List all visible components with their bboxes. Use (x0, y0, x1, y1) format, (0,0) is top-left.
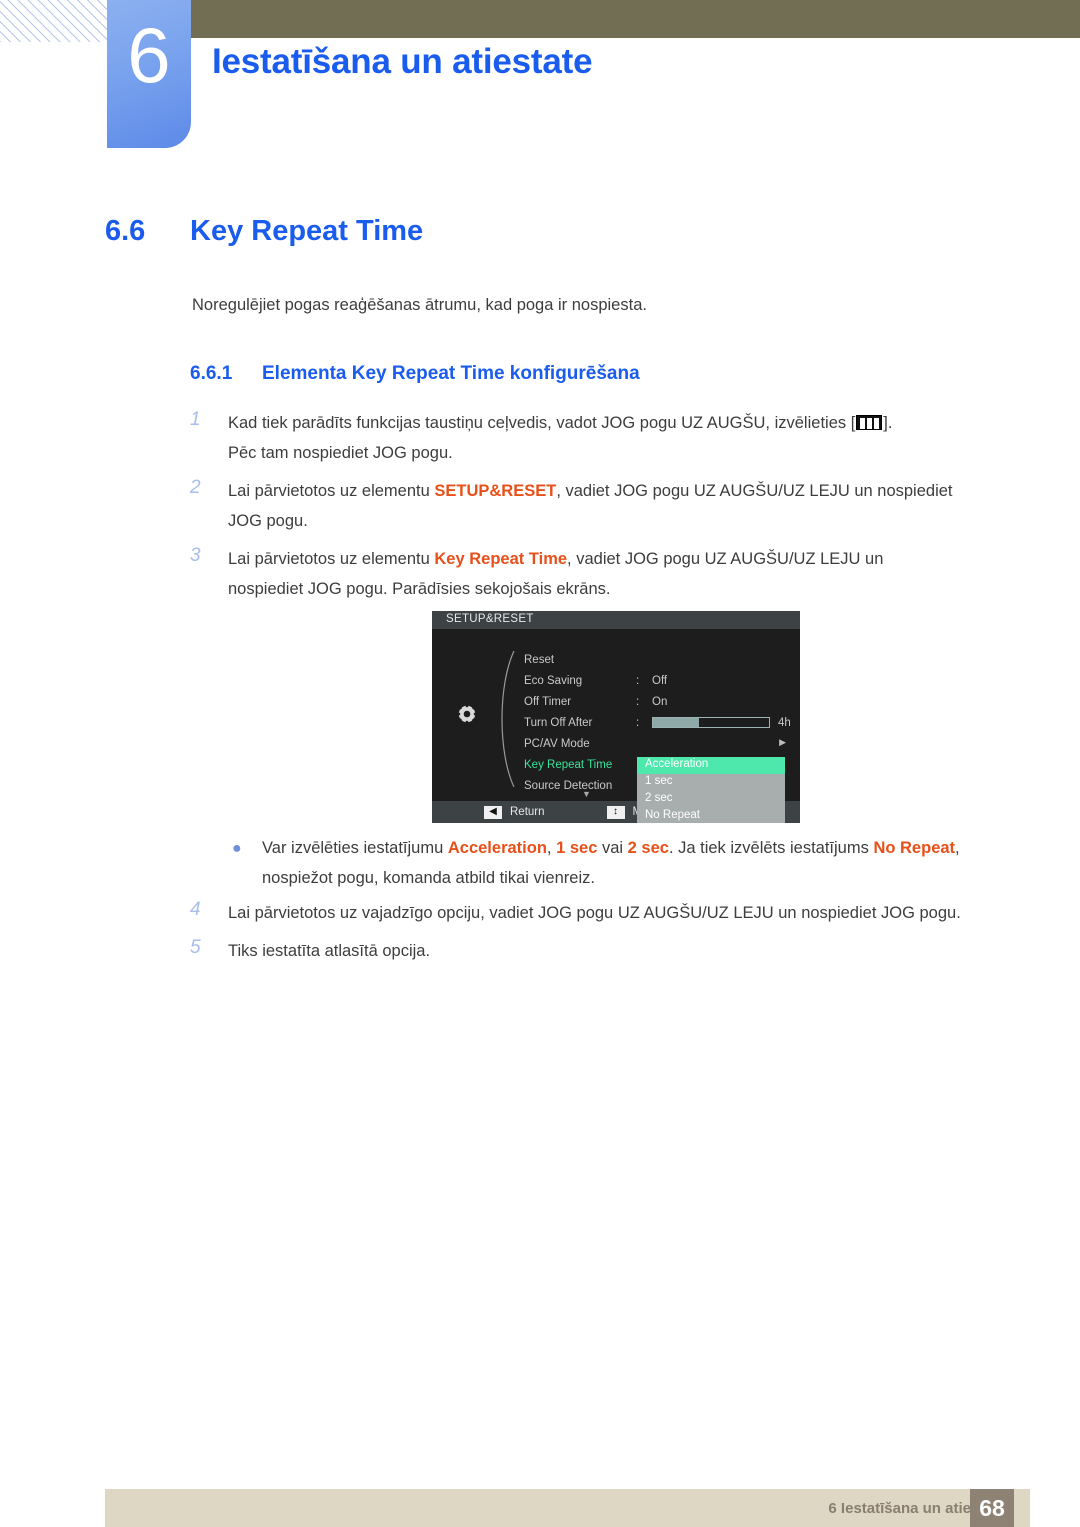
procedure-step-list: 1 Kad tiek parādīts funkcijas taustiņu c… (190, 408, 1020, 612)
section-heading: 6.6 Key Repeat Time (105, 215, 423, 248)
step-number: 3 (190, 545, 201, 566)
note-text-part: vai (597, 839, 628, 857)
osd-row-turn-off-after[interactable]: Turn Off After : 4h (524, 712, 800, 733)
note-bullet-item: ● Var izvēlēties iestatījumu Acceleratio… (232, 833, 1032, 893)
step-text: Tiks iestatīta atlasītā opcija. (228, 942, 431, 960)
step-item: 1 Kad tiek parādīts funkcijas taustiņu c… (190, 408, 1020, 468)
step-number: 1 (190, 409, 201, 430)
step-text: Lai pārvietotos uz elementu SETUP&RESET,… (228, 476, 953, 536)
osd-title: SETUP&RESET (432, 611, 800, 629)
osd-row-label: Eco Saving (524, 674, 583, 687)
step-text-part: Pēc tam nospiediet JOG pogu. (228, 444, 453, 462)
step-text-part: JOG pogu. (228, 512, 308, 530)
osd-row-value: On (652, 695, 668, 708)
osd-slider-value: 4h (778, 716, 791, 729)
procedure-step-list-tail: 4 Lai pārvietotos uz vajadzīgo opciju, v… (190, 898, 1020, 974)
step-item: 2 Lai pārvietotos uz elementu SETUP&RESE… (190, 476, 1020, 536)
step-number: 4 (190, 899, 201, 920)
osd-turn-off-after-slider[interactable] (652, 717, 770, 728)
step-text-part: , vadiet JOG pogu UZ AUGŠU/UZ LEJU un (567, 550, 884, 568)
chapter-number-badge: 6 (107, 0, 191, 148)
osd-return-button[interactable]: ◀ Return (484, 805, 545, 819)
step-text: Lai pārvietotos uz vajadzīgo opciju, vad… (228, 904, 961, 922)
menu-path-highlight: SETUP&RESET (434, 482, 557, 500)
section-title: Key Repeat Time (190, 215, 424, 247)
gear-icon (456, 703, 478, 725)
option-highlight-2-sec: 2 sec (627, 839, 669, 857)
note-text-part: . Ja tiek izvēlēts iestatījums (668, 839, 874, 857)
note-text-part: , (955, 839, 960, 857)
step-text-part: , vadiet JOG pogu UZ AUGŠU/UZ LEJU un no… (556, 482, 953, 500)
bullet-dot-icon: ● (232, 840, 242, 857)
osd-row-label: Reset (524, 653, 555, 666)
chevron-down-icon: ▼ (582, 789, 591, 799)
left-arrow-key-icon: ◀ (484, 805, 502, 819)
slider-fill (653, 718, 700, 727)
osd-row-reset[interactable]: Reset (524, 649, 800, 670)
note-text-part: Var izvēlēties iestatījumu (262, 839, 448, 857)
header-olive-bar (190, 0, 1080, 38)
key-repeat-time-dropdown[interactable]: Acceleration 1 sec 2 sec No Repeat (637, 757, 785, 823)
subsection-heading: 6.6.1 Elementa Key Repeat Time konfigurē… (190, 363, 640, 385)
step-text-part: Lai pārvietotos uz elementu (228, 550, 435, 568)
step-text-part: nospiediet JOG pogu. Parādīsies sekojoša… (228, 580, 611, 598)
dropdown-option-2-sec[interactable]: 2 sec (637, 791, 785, 808)
dropdown-option-no-repeat[interactable]: No Repeat (637, 808, 785, 823)
step-text-part: Kad tiek parādīts funkcijas taustiņu ceļ… (228, 414, 856, 432)
section-number: 6.6 (105, 215, 146, 247)
option-highlight-acceleration: Acceleration (447, 839, 547, 857)
subsection-number: 6.6.1 (190, 363, 233, 384)
osd-curve-divider (501, 651, 515, 787)
chapter-title: Iestatīšana un atiestate (212, 42, 593, 81)
option-highlight-no-repeat: No Repeat (873, 839, 956, 857)
menu-path-highlight: Key Repeat Time (434, 550, 568, 568)
step-item: 3 Lai pārvietotos uz elementu Key Repeat… (190, 544, 1020, 604)
dropdown-option-acceleration[interactable]: Acceleration (637, 757, 785, 774)
osd-body: Reset Eco Saving : Off Off Timer : On Tu… (432, 629, 800, 823)
osd-row-label: Turn Off After (524, 716, 593, 729)
step-number: 2 (190, 477, 201, 498)
subsection-title: Elementa Key Repeat Time konfigurēšana (262, 363, 640, 384)
osd-row-eco-saving[interactable]: Eco Saving : Off (524, 670, 800, 691)
dropdown-option-1-sec[interactable]: 1 sec (637, 774, 785, 791)
chapter-number: 6 (127, 11, 171, 99)
osd-row-separator: : (636, 716, 640, 729)
osd-row-value: Off (652, 674, 668, 687)
osd-row-separator: : (636, 674, 640, 687)
osd-row-off-timer[interactable]: Off Timer : On (524, 691, 800, 712)
note-text-part: nospiežot pogu, komanda atbild tikai vie… (262, 869, 595, 887)
page-number-badge: 68 (970, 1489, 1014, 1527)
osd-row-pc-av-mode[interactable]: PC/AV Mode (524, 733, 800, 754)
step-text: Lai pārvietotos uz elementu Key Repeat T… (228, 544, 883, 604)
step-text-part: Lai pārvietotos uz elementu (228, 482, 435, 500)
updown-arrow-key-icon: ↕ (606, 805, 625, 819)
chevron-right-icon: ▶ (779, 737, 786, 747)
osd-row-label: PC/AV Mode (524, 737, 590, 750)
step-text-part: ]. (883, 414, 893, 432)
step-number: 5 (190, 937, 201, 958)
osd-row-label: Off Timer (524, 695, 572, 708)
section-intro-text: Noregulējiet pogas reaģēšanas ātrumu, ka… (192, 296, 647, 314)
step-text: Kad tiek parādīts funkcijas taustiņu ceļ… (228, 408, 892, 468)
osd-row-label: Source Detection (524, 779, 613, 792)
option-highlight-1-sec: 1 sec (556, 839, 598, 857)
osd-menu-screenshot: SETUP&RESET Reset Eco Saving: Off Off T… (432, 611, 800, 823)
osd-row-label: Key Repeat Time (524, 758, 613, 771)
step-item: 4 Lai pārvietotos uz vajadzīgo opciju, v… (190, 898, 1020, 928)
menu-bars-icon (856, 415, 883, 430)
note-text: Var izvēlēties iestatījumu Acceleration,… (262, 833, 960, 893)
osd-return-label: Return (510, 806, 545, 818)
note-text-part: , (546, 839, 557, 857)
osd-row-separator: : (636, 695, 640, 708)
step-item: 5 Tiks iestatīta atlasītā opcija. (190, 936, 1020, 966)
